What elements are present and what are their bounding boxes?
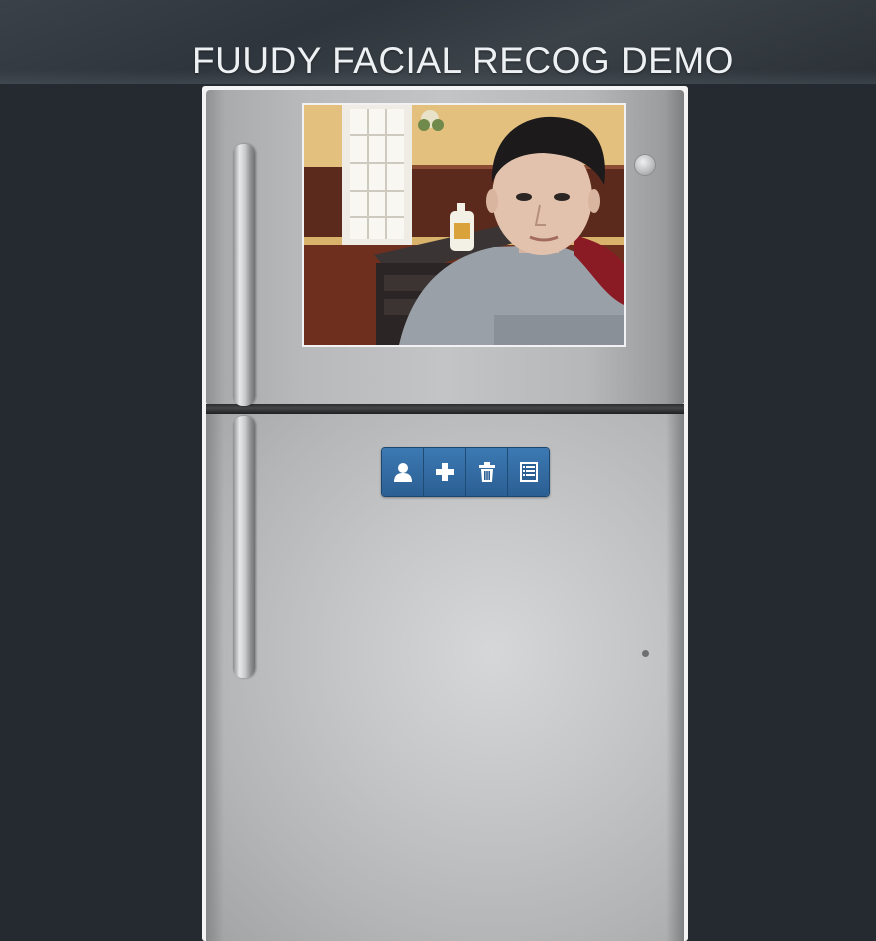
webcam-scene (304, 105, 624, 345)
door-sensor-dot (642, 650, 649, 657)
freezer-handle (233, 144, 255, 406)
delete-button[interactable] (466, 448, 508, 496)
identify-user-button[interactable] (382, 448, 424, 496)
page: FUUDY FACIAL RECOG DEMO (0, 0, 876, 941)
trash-icon (478, 462, 495, 482)
list-icon (519, 462, 538, 482)
list-button[interactable] (508, 448, 549, 496)
fridge-handle (233, 416, 255, 678)
page-title: FUUDY FACIAL RECOG DEMO (192, 40, 734, 81)
door-divider (206, 404, 684, 414)
webcam-video (302, 103, 626, 347)
refrigerator-graphic (202, 86, 688, 941)
user-icon (393, 463, 412, 482)
action-toolbar (381, 447, 550, 497)
add-button[interactable] (424, 448, 466, 496)
ge-logo (634, 154, 656, 176)
plus-icon (435, 463, 454, 481)
